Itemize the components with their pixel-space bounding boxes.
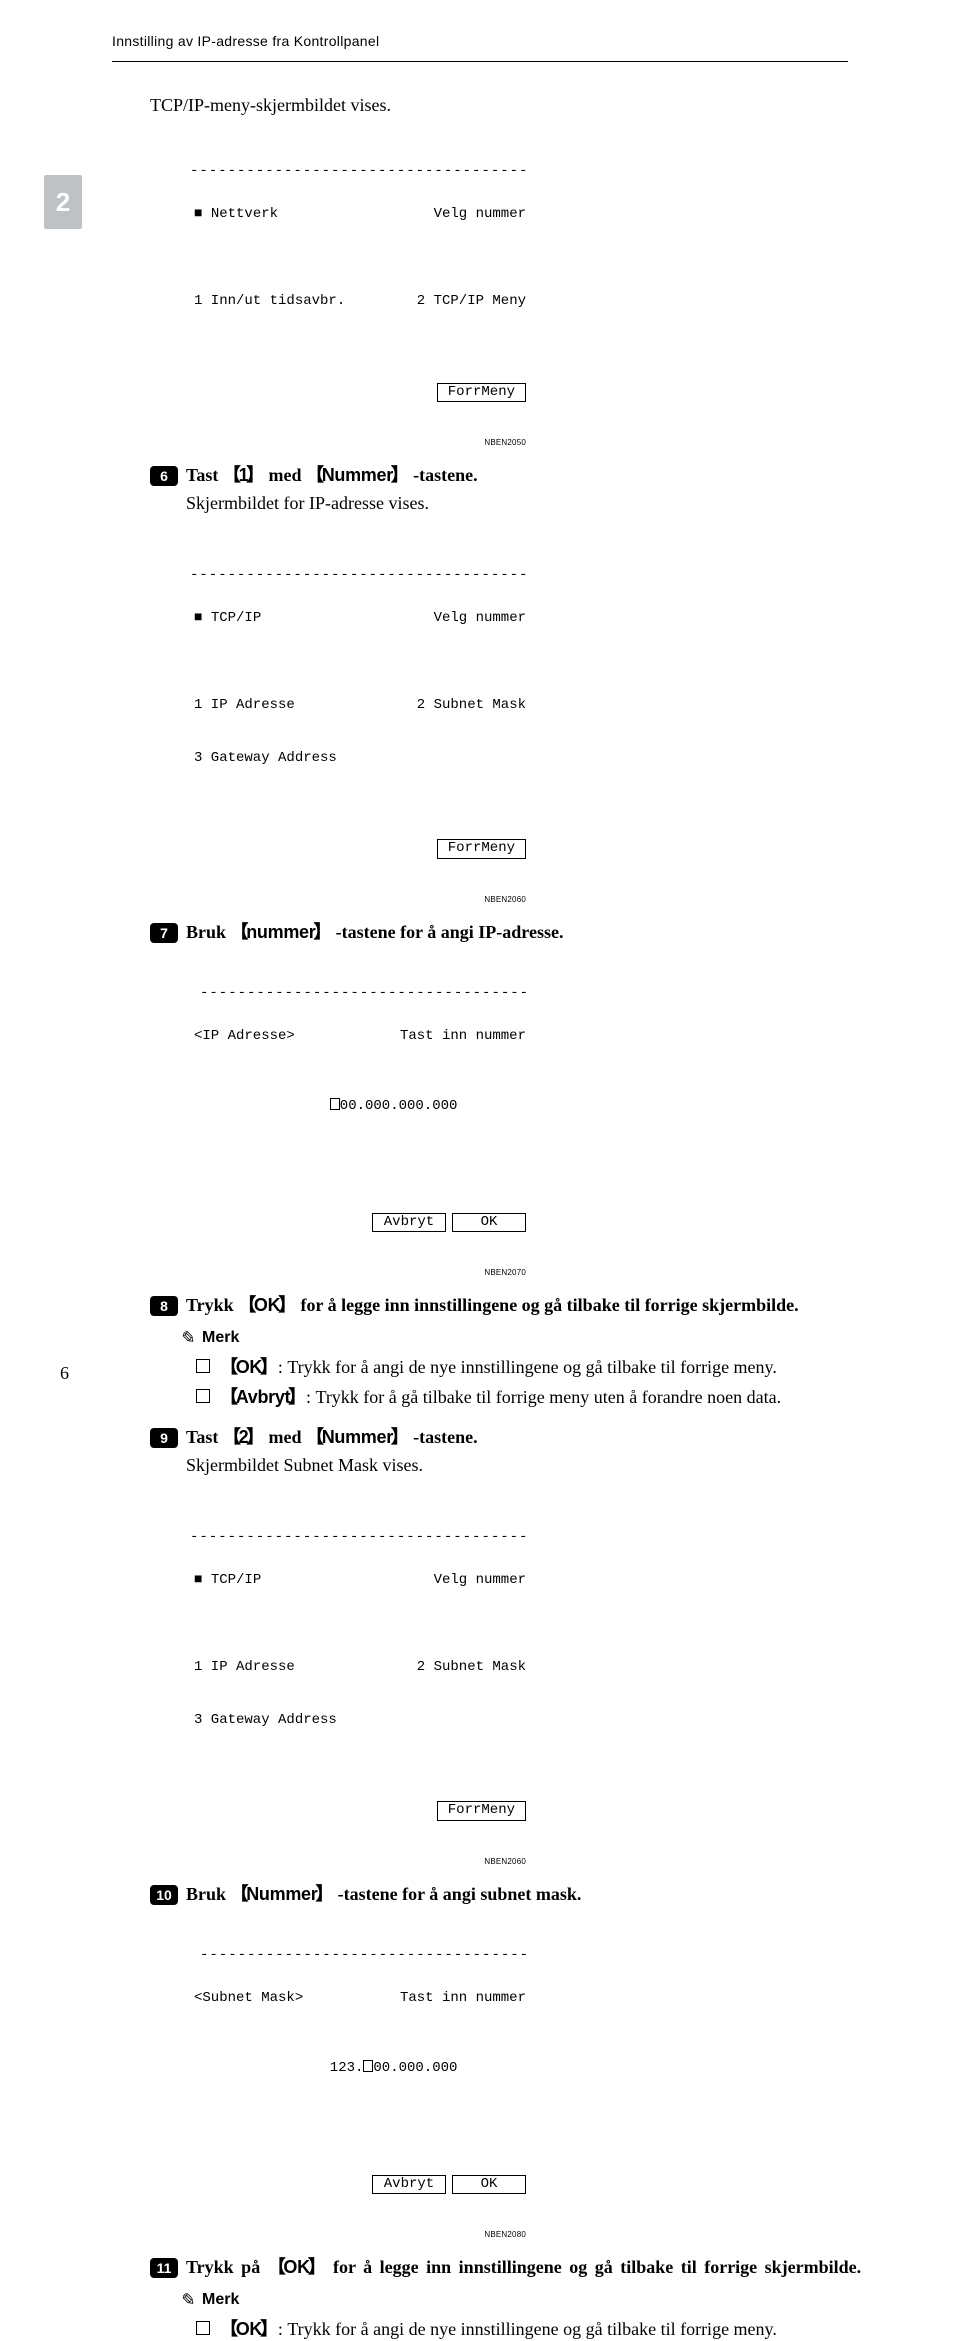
lcd-subnet-value: 123.00.000.000: [190, 2042, 530, 2095]
lcd-menu-item-1: 1 IP Adresse: [194, 1659, 295, 1677]
lcd-prev-menu-button[interactable]: ForrMeny: [437, 383, 526, 403]
lcd-screenshot-1: ----------------------------------------…: [190, 128, 530, 448]
note-heading: ✎ Merk: [178, 2290, 870, 2311]
lcd-screenshot-3: ----------------------------------------…: [190, 950, 530, 1278]
pencil-icon: ✎: [177, 1327, 198, 1350]
lcd-ip-value: 00.000.000.000: [190, 1080, 530, 1133]
lcd-border-top: ----------------------------------------…: [190, 163, 530, 173]
figure-id: NBEN2060: [190, 895, 526, 904]
step-7: 7 Bruk nummer -tastene for å angi IP-adr…: [150, 920, 870, 944]
pencil-icon: ✎: [177, 2289, 198, 2312]
lcd-prev-menu-button[interactable]: ForrMeny: [437, 839, 526, 859]
lcd-screenshot-5: ----------------------------------------…: [190, 1912, 530, 2240]
key-ok: OK: [220, 1357, 278, 1377]
note-item: Avbryt: Trykk for å gå tilbake til forri…: [196, 1385, 870, 1409]
lcd-menu-item-3: 3 Gateway Address: [194, 1712, 526, 1730]
figure-id: NBEN2080: [190, 2230, 526, 2239]
lcd-cancel-button[interactable]: Avbryt: [372, 1213, 446, 1233]
step-9: 9 Tast 2 med Nummer -tastene. Skjermbild…: [150, 1425, 870, 1487]
cursor-icon: [330, 1098, 340, 1110]
step-6: 6 Tast 1 med Nummer -tastene. Skjermbild…: [150, 463, 870, 525]
step-badge-10: 10: [150, 1885, 178, 1905]
checkbox-icon: [196, 1359, 210, 1373]
page-number: 6: [60, 1363, 69, 1384]
step-badge-6: 6: [150, 466, 178, 486]
lcd-menu-item-1: 1 IP Adresse: [194, 697, 295, 715]
lcd-prev-menu-button[interactable]: ForrMeny: [437, 1801, 526, 1821]
figure-id: NBEN2070: [190, 1268, 526, 1277]
key-2: 2: [223, 1427, 264, 1447]
lcd-title-right: Velg nummer: [434, 610, 526, 628]
lcd-menu-item-2: 2 TCP/IP Meny: [417, 293, 526, 311]
lcd-title-right: Tast inn nummer: [400, 1990, 526, 2008]
lcd-title-left: ■ TCP/IP: [194, 610, 261, 628]
section-tab: 2: [44, 175, 82, 229]
lcd-title-left: ■ TCP/IP: [194, 1572, 261, 1590]
key-1: 1: [223, 465, 264, 485]
figure-id: NBEN2050: [190, 438, 526, 447]
key-nummer: Nummer: [306, 1427, 409, 1447]
lcd-menu-item-2: 2 Subnet Mask: [417, 1659, 526, 1677]
step-10: 10 Bruk Nummer -tastene for å angi subne…: [150, 1882, 870, 1906]
intro-text: TCP/IP-meny-skjermbildet vises.: [150, 94, 870, 118]
page-header: Innstilling av IP-adresse fra Kontrollpa…: [112, 33, 379, 49]
lcd-title-right: Velg nummer: [434, 206, 526, 224]
checkbox-icon: [196, 1389, 210, 1403]
lcd-cancel-button[interactable]: Avbryt: [372, 2175, 446, 2195]
lcd-title-left: <Subnet Mask>: [194, 1990, 303, 2008]
key-ok: OK: [268, 2257, 326, 2277]
lcd-border-top: ----------------------------------------: [190, 985, 530, 995]
lcd-title-left: ■ Nettverk: [194, 206, 278, 224]
lcd-screenshot-2: ----------------------------------------…: [190, 532, 530, 904]
lcd-ok-button[interactable]: OK: [452, 1213, 526, 1233]
note-item: OK: Trykk for å angi de nye innstillinge…: [196, 2317, 870, 2341]
key-avbryt: Avbryt: [220, 1387, 306, 1407]
step-badge-7: 7: [150, 923, 178, 943]
key-ok: OK: [220, 2319, 278, 2339]
lcd-border-top: ----------------------------------------…: [190, 567, 530, 577]
lcd-menu-item-2: 2 Subnet Mask: [417, 697, 526, 715]
key-nummer: Nummer: [306, 465, 409, 485]
lcd-menu-item-3: 3 Gateway Address: [194, 750, 526, 768]
key-nummer: nummer: [231, 922, 332, 942]
key-nummer: Nummer: [231, 1884, 334, 1904]
note-item: OK: Trykk for å angi de nye innstillinge…: [196, 1355, 870, 1379]
note-heading: ✎ Merk: [178, 1328, 870, 1349]
cursor-icon: [363, 2060, 373, 2072]
step-8: 8 Trykk OK for å legge inn innstillingen…: [150, 1293, 870, 1317]
checkbox-icon: [196, 2321, 210, 2335]
lcd-title-right: Velg nummer: [434, 1572, 526, 1590]
step-9-sub: Skjermbildet Subnet Mask vises.: [186, 1454, 870, 1478]
step-badge-9: 9: [150, 1428, 178, 1448]
lcd-title-right: Tast inn nummer: [400, 1028, 526, 1046]
lcd-ok-button[interactable]: OK: [452, 2175, 526, 2195]
key-ok: OK: [238, 1295, 296, 1315]
lcd-screenshot-4: ----------------------------------------…: [190, 1494, 530, 1866]
lcd-border-top: ----------------------------------------: [190, 1947, 530, 1957]
step-badge-8: 8: [150, 1296, 178, 1316]
figure-id: NBEN2060: [190, 1857, 526, 1866]
step-badge-11: 11: [150, 2258, 178, 2278]
lcd-border-top: ----------------------------------------…: [190, 1529, 530, 1539]
step-11: 11 Trykk på OK for å legge inn innstilli…: [150, 2255, 870, 2279]
lcd-title-left: <IP Adresse>: [194, 1028, 295, 1046]
lcd-menu-item-1: 1 Inn/ut tidsavbr.: [194, 293, 345, 311]
step-6-sub: Skjermbildet for IP-adresse vises.: [186, 492, 870, 516]
